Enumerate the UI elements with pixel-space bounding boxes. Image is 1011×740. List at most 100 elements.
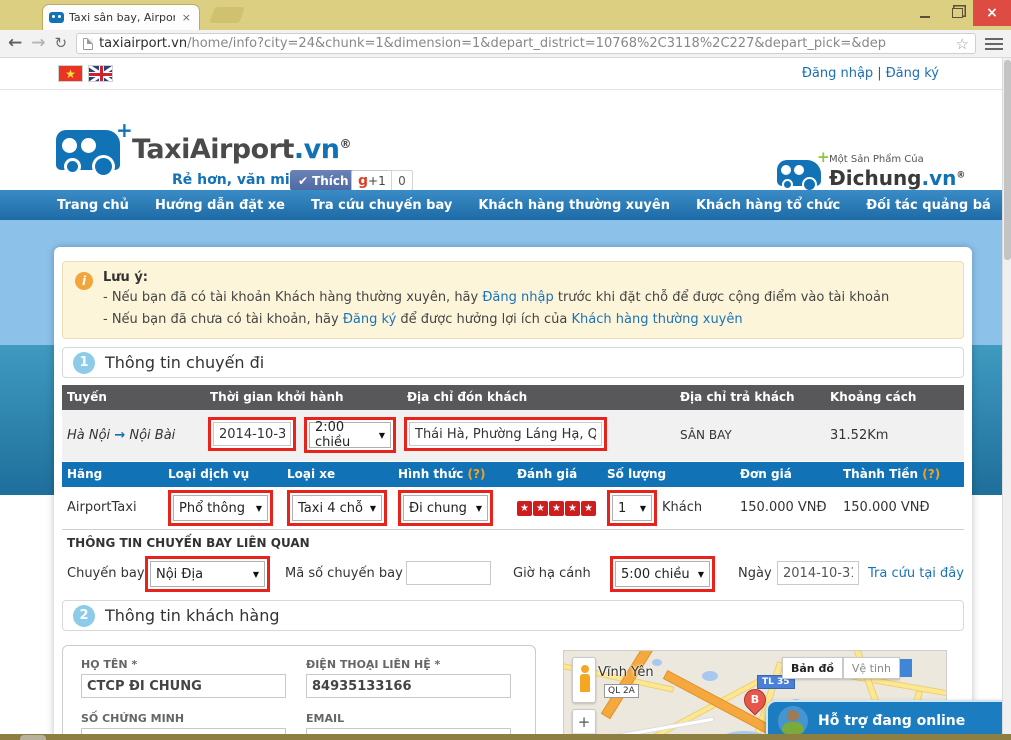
flight-lookup-link[interactable]: Tra cứu tại đây bbox=[868, 566, 964, 581]
car-highlight: Taxi 4 chỗ▼ bbox=[287, 490, 387, 526]
partner-logo[interactable]: + Một Sản Phẩm Của Đichung.vn® bbox=[777, 146, 937, 196]
caret-down-icon: ▼ bbox=[253, 570, 259, 579]
new-tab-button[interactable] bbox=[209, 7, 245, 23]
browser-toolbar: ← → ↻ taxiairport.vn/home/info?city=24&c… bbox=[0, 30, 1011, 58]
col-pickup-address: Địa chỉ đón khách bbox=[407, 385, 527, 410]
browser-window: Taxi sân bay, Airport Taxi, × × ← → ↻ ta… bbox=[0, 0, 1011, 740]
phone-label: ĐIỆN THOẠI LIÊN HỆ * bbox=[306, 658, 440, 671]
notice-register-link[interactable]: Đăng ký bbox=[343, 312, 396, 327]
nav-item-frequent-customer[interactable]: Khách hàng thường xuyên bbox=[478, 198, 670, 213]
fare-row: AirportTaxi Phổ thông▼ Taxi 4 chỗ▼ Đi ch… bbox=[62, 487, 964, 530]
menu-icon[interactable] bbox=[985, 38, 1003, 50]
auth-links: Đăng nhập | Đăng ký bbox=[802, 66, 939, 81]
notice-line-1: - Nếu bạn đã có tài khoản Khách hàng thư… bbox=[103, 290, 951, 305]
caret-down-icon: ▼ bbox=[379, 431, 385, 440]
section-1-badge: 1 bbox=[73, 352, 95, 374]
logo-plus-icon: + bbox=[116, 118, 133, 142]
dropoff-value: SÂN BAY bbox=[680, 428, 732, 442]
date-highlight bbox=[208, 417, 296, 451]
auth-separator: | bbox=[877, 66, 881, 81]
tab-title: Taxi sân bay, Airport Taxi, bbox=[69, 11, 175, 24]
flight-code-label: Mã số chuyến bay bbox=[285, 566, 403, 581]
tab-close-icon[interactable]: × bbox=[180, 11, 193, 24]
map-extra-control[interactable] bbox=[900, 659, 912, 677]
help-mark: (?) bbox=[922, 467, 940, 481]
pegman-control[interactable] bbox=[572, 657, 596, 703]
col-dropoff-address: Địa chỉ trả khách bbox=[680, 385, 795, 410]
flight-type-label: Chuyến bay bbox=[67, 566, 145, 581]
notice-login-link[interactable]: Đăng nhập bbox=[482, 290, 553, 305]
departure-time-select[interactable]: 2:00 chiều▼ bbox=[309, 422, 391, 448]
pickup-address-input[interactable] bbox=[409, 422, 602, 446]
close-button[interactable]: × bbox=[973, 0, 1011, 26]
section-2-badge: 2 bbox=[73, 605, 95, 627]
scrollbar-thumb[interactable] bbox=[1004, 60, 1011, 260]
map-type-satellite-button[interactable]: Vệ tinh bbox=[843, 657, 900, 679]
name-input[interactable] bbox=[81, 674, 286, 698]
star-icon: ★ bbox=[517, 501, 532, 516]
flight-date-label: Ngày bbox=[738, 566, 772, 581]
quantity-select[interactable]: 1▼ bbox=[612, 495, 652, 521]
mode-select[interactable]: Đi chung▼ bbox=[403, 495, 488, 521]
facebook-like-button[interactable]: ✔ Thích bbox=[290, 170, 357, 191]
flight-type-highlight: Nội Địa▼ bbox=[145, 556, 270, 592]
name-label: HỌ TÊN * bbox=[81, 658, 137, 671]
nav-item-flight-lookup[interactable]: Tra cứu chuyến bay bbox=[311, 198, 452, 213]
map-type-map-button[interactable]: Bản đồ bbox=[782, 657, 843, 679]
site-logo[interactable]: TaxiAirport.vn® bbox=[132, 134, 351, 165]
caret-down-icon: ▼ bbox=[256, 504, 262, 513]
url-text: taxiairport.vn/home/info?city=24&chunk=1… bbox=[99, 36, 949, 51]
minimize-button[interactable] bbox=[909, 0, 941, 26]
id-label: SỐ CHỨNG MINH bbox=[81, 712, 184, 725]
trip-row: Hà Nội → Nội Bài 2:00 chiều▼ SÂN BAY 31.… bbox=[62, 410, 964, 461]
customer-form: HỌ TÊN * ĐIỆN THOẠI LIÊN HỆ * SỐ CHỨNG M… bbox=[62, 645, 536, 740]
login-link[interactable]: Đăng nhập bbox=[802, 66, 873, 81]
register-link[interactable]: Đăng ký bbox=[886, 66, 939, 81]
zoom-in-button[interactable]: + bbox=[573, 710, 595, 734]
star-icon: ★ bbox=[581, 501, 596, 516]
unit-price: 150.000 VNĐ bbox=[740, 500, 827, 515]
rating-stars: ★★★★★ bbox=[517, 500, 597, 516]
total-price: 150.000 VNĐ bbox=[843, 500, 930, 515]
flight-date-input[interactable] bbox=[777, 561, 859, 585]
caret-down-icon: ▼ bbox=[698, 570, 704, 579]
browser-tab[interactable]: Taxi sân bay, Airport Taxi, × bbox=[42, 4, 200, 30]
nav-item-booking-guide[interactable]: Hướng dẫn đặt xe bbox=[155, 198, 285, 213]
nav-item-home[interactable]: Trang chủ bbox=[57, 198, 129, 213]
section-1-header: 1 Thông tin chuyến đi bbox=[62, 347, 964, 378]
notice-frequent-link[interactable]: Khách hàng thường xuyên bbox=[572, 312, 743, 327]
service-type-select[interactable]: Phổ thông▼ bbox=[173, 495, 268, 521]
departure-date-input[interactable] bbox=[213, 422, 291, 446]
notice-title: Lưu ý: bbox=[103, 270, 951, 285]
star-icon: ★ bbox=[565, 501, 580, 516]
help-mark: (?) bbox=[468, 467, 486, 481]
col-quantity: Số lượng bbox=[607, 462, 666, 487]
col-brand: Hãng bbox=[67, 462, 102, 487]
flight-code-input[interactable] bbox=[406, 561, 491, 585]
google-plus-one-button[interactable]: g+1 bbox=[351, 170, 393, 191]
nav-item-ad-partner[interactable]: Đối tác quảng bá bbox=[866, 198, 991, 213]
col-rating: Đánh giá bbox=[517, 462, 577, 487]
content-card: i Lưu ý: - Nếu bạn đã có tài khoản Khách… bbox=[54, 247, 972, 740]
phone-input[interactable] bbox=[306, 674, 511, 698]
taxi-favicon-icon bbox=[49, 12, 64, 23]
reload-button[interactable]: ↻ bbox=[55, 36, 68, 51]
page-scrollbar bbox=[1002, 58, 1011, 740]
webpage: ★ Đăng nhập|Đăng ký + TaxiAirport.vn® Rẻ… bbox=[0, 58, 1011, 740]
vietnam-flag-icon[interactable]: ★ bbox=[58, 65, 83, 82]
landing-time-select[interactable]: 5:00 chiều▼ bbox=[615, 561, 710, 587]
check-icon: ✔ bbox=[298, 174, 308, 188]
col-service-type: Loại dịch vụ bbox=[168, 462, 249, 487]
distance-value: 31.52Km bbox=[830, 428, 888, 443]
flight-type-select[interactable]: Nội Địa▼ bbox=[150, 561, 265, 587]
uk-flag-icon[interactable] bbox=[88, 65, 113, 82]
nav-item-corporate-customer[interactable]: Khách hàng tổ chức bbox=[696, 198, 840, 213]
col-mode: Hình thức (?) bbox=[398, 462, 485, 487]
restore-button[interactable] bbox=[941, 0, 973, 26]
forward-button[interactable]: → bbox=[31, 35, 45, 52]
url-bar[interactable]: taxiairport.vn/home/info?city=24&chunk=1… bbox=[76, 33, 976, 54]
back-button[interactable]: ← bbox=[8, 35, 22, 52]
car-type-select[interactable]: Taxi 4 chỗ▼ bbox=[292, 495, 382, 521]
bookmark-star-icon[interactable]: ☆ bbox=[956, 35, 969, 53]
star-icon: ★ bbox=[549, 501, 564, 516]
